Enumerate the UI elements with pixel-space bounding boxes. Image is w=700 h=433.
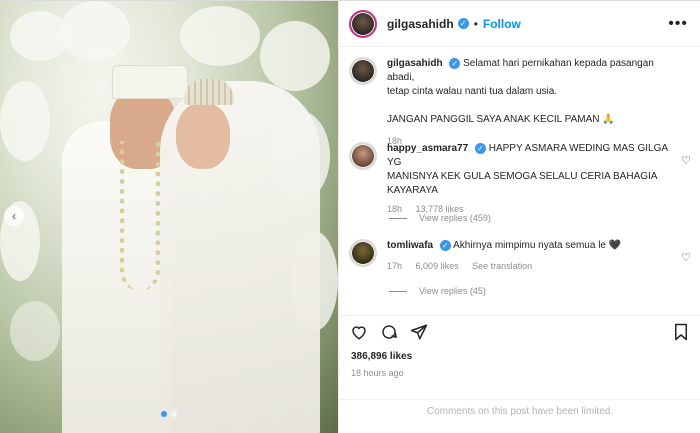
comment-likes[interactable]: 6,009 likes [416, 261, 459, 271]
follow-button[interactable]: Follow [483, 17, 521, 31]
verified-badge-icon: ✓ [439, 239, 451, 251]
heart-icon[interactable]: ♡ [681, 154, 691, 167]
caption: gilgasahidh ✓ Selamat hari pernikahan ke… [349, 57, 679, 148]
likes-count[interactable]: 386,896 likes [351, 351, 412, 362]
carousel-dots [0, 411, 338, 417]
see-translation-link[interactable]: See translation [472, 261, 532, 271]
heart-icon[interactable]: ♡ [681, 251, 691, 264]
avatar[interactable] [349, 239, 377, 267]
author-username[interactable]: gilgasahidh [387, 17, 454, 31]
post-header: gilgasahidh ✓ • Follow ••• [339, 1, 700, 47]
comments-limited-notice: Comments on this post have been limited. [339, 399, 700, 417]
verified-badge-icon: ✓ [474, 142, 486, 154]
caption-text: JANGAN PANGGIL SAYA ANAK KECIL PAMAN 🙏 [387, 114, 615, 125]
view-replies-button[interactable]: View replies (459) [389, 213, 491, 223]
avatar[interactable] [349, 9, 377, 38]
comment-time: 17h [387, 261, 403, 271]
separator-dot: • [473, 16, 478, 31]
heart-icon[interactable] [349, 322, 369, 342]
comment-item: tomliwafa ✓ Akhirnya mimpimu nyata semua… [349, 239, 691, 273]
verified-badge-icon: ✓ [449, 57, 461, 69]
carousel-dot [171, 411, 177, 417]
comment-text: Akhirnya mimpimu nyata semua le 🖤 [453, 240, 622, 251]
post-sidebar: gilgasahidh ✓ • Follow ••• gilgasahidh ✓… [338, 1, 700, 433]
caption-text: tetap cinta walau nanti tua dalam usia. [387, 86, 558, 97]
post-modal: ‹ gilgasahidh ✓ • Follow ••• gilgasahidh… [0, 0, 700, 433]
caption-username[interactable]: gilgasahidh [387, 58, 443, 69]
comment-item: happy_asmara77 ✓ HAPPY ASMARA WEDING MAS… [349, 142, 691, 216]
chevron-left-icon[interactable]: ‹ [4, 206, 24, 226]
comment-username[interactable]: tomliwafa [387, 240, 433, 251]
comment-icon[interactable] [379, 322, 399, 342]
bride-crown [184, 79, 234, 105]
post-photo[interactable]: ‹ [0, 1, 338, 433]
post-timestamp: 18 hours ago [351, 368, 404, 378]
comments-list[interactable]: gilgasahidh ✓ Selamat hari pernikahan ke… [339, 47, 700, 309]
verified-badge-icon: ✓ [457, 18, 469, 29]
view-replies-button[interactable]: View replies (45) [389, 286, 486, 296]
groom-cap [112, 65, 188, 99]
comment-text: MANISNYA KEK GULA SEMOGA SELALU CERIA BA… [387, 171, 658, 182]
avatar[interactable] [349, 142, 377, 170]
jasmine-garland [120, 141, 160, 291]
comment-username[interactable]: happy_asmara77 [387, 143, 468, 154]
avatar[interactable] [349, 57, 377, 85]
share-icon[interactable] [409, 322, 429, 342]
comment-text: KAYARAYA [387, 185, 438, 196]
bride-face [176, 103, 230, 169]
action-bar [339, 315, 700, 347]
bookmark-icon[interactable] [671, 322, 691, 342]
carousel-dot [161, 411, 167, 417]
more-options-icon[interactable]: ••• [668, 15, 688, 33]
